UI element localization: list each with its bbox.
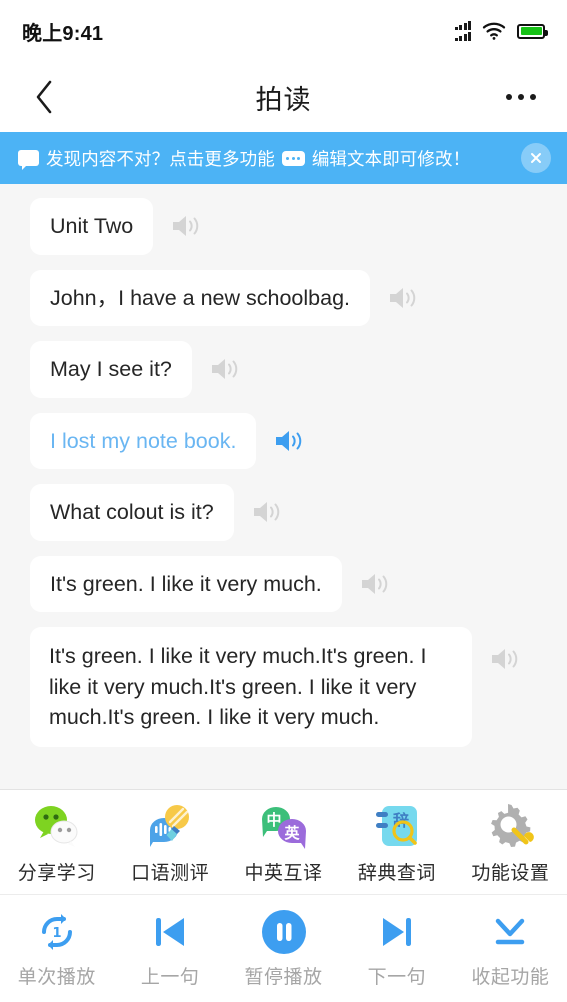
sentence-row[interactable]: John，I have a new schoolbag.: [0, 269, 567, 327]
sentence-text[interactable]: It's green. I like it very much.: [30, 555, 342, 613]
speaker-icon[interactable]: [250, 498, 284, 526]
tool-label: 口语测评: [131, 862, 210, 884]
speaker-icon[interactable]: [208, 355, 242, 383]
sentence-text[interactable]: What colout is it?: [30, 484, 234, 541]
sentence-row[interactable]: May I see it?: [0, 341, 567, 398]
more-horizontal-icon: [506, 94, 512, 100]
sentence-row[interactable]: It's green. I like it very much.: [0, 555, 567, 613]
pause-circle-icon: [261, 909, 307, 955]
tip-text-part2: 编辑文本即可修改！: [311, 148, 471, 169]
playback-collapse[interactable]: 收起功能: [454, 909, 567, 989]
sentence-text[interactable]: It's green. I like it very much.It's gre…: [30, 627, 472, 747]
playback-pause[interactable]: 暂停播放: [227, 909, 340, 989]
navigation-bar: 拍读: [0, 62, 567, 132]
sentence-text[interactable]: May I see it?: [30, 341, 192, 398]
previous-track-icon: [149, 909, 191, 955]
settings-gear-icon: [484, 800, 536, 852]
sentence-row[interactable]: What colout is it?: [0, 484, 567, 541]
svg-text:英: 英: [284, 824, 300, 842]
tip-banner: 发现内容不对？点击更多功能 编辑文本即可修改！: [0, 132, 567, 184]
next-track-icon: [376, 909, 418, 955]
speaker-icon[interactable]: [386, 284, 420, 312]
tool-label: 辞典查词: [357, 862, 436, 884]
sentence-text[interactable]: I lost my note book.: [30, 412, 257, 470]
tool-settings[interactable]: 功能设置: [454, 800, 567, 885]
close-tip-button[interactable]: [521, 143, 551, 173]
playback-label: 收起功能: [471, 966, 550, 988]
wechat-share-icon: [31, 800, 83, 852]
repeat-one-icon: 1: [36, 909, 78, 955]
playback-label: 下一句: [367, 966, 427, 988]
app-screen: 晚上9:41 拍读 发现内容不对？点击更多功能 编辑文本即可修改！ Unit T…: [0, 0, 567, 1002]
speaker-icon[interactable]: [169, 212, 203, 240]
tool-label: 中英互译: [244, 862, 323, 884]
speaker-icon[interactable]: [488, 645, 522, 673]
sentence-row[interactable]: It's green. I like it very much.It's gre…: [0, 627, 567, 747]
signal-icon: [454, 21, 471, 41]
playback-repeat-mode[interactable]: 1 单次播放: [0, 909, 113, 989]
tools-bar: 分享学习 口语测评 中 英 中英互译 辞 辞典查词 功能设置: [0, 789, 567, 894]
chevron-left-icon: [36, 80, 52, 114]
page-title: 拍读: [255, 84, 312, 115]
tip-text-part1: 发现内容不对？点击更多功能: [46, 148, 275, 169]
tool-label: 分享学习: [17, 862, 96, 884]
sentence-row-active[interactable]: I lost my note book.: [0, 412, 567, 470]
status-bar: 晚上9:41: [0, 0, 567, 62]
close-icon: [531, 153, 541, 163]
wifi-icon: [482, 22, 506, 40]
playback-previous[interactable]: 上一句: [113, 909, 226, 989]
tool-label: 功能设置: [471, 862, 550, 884]
playback-bar: 1 单次播放 上一句 暂停播放 下一句 收起功能: [0, 894, 567, 1002]
sentence-text[interactable]: John，I have a new schoolbag.: [30, 269, 371, 327]
playback-label: 上一句: [140, 966, 200, 988]
sentence-list[interactable]: Unit Two John，I have a new schoolbag. Ma…: [0, 184, 567, 789]
tool-share-study[interactable]: 分享学习: [0, 800, 113, 885]
tool-oral-evaluation[interactable]: 口语测评: [113, 800, 226, 885]
collapse-down-icon: [489, 909, 531, 955]
more-dots-icon: [281, 150, 305, 166]
back-button[interactable]: [24, 77, 64, 117]
microphone-evaluation-icon: [144, 800, 196, 852]
sentence-row[interactable]: Unit Two: [0, 198, 567, 255]
tip-banner-text: 发现内容不对？点击更多功能 编辑文本即可修改！: [18, 146, 513, 171]
playback-label: 单次播放: [17, 966, 96, 988]
sentence-text[interactable]: Unit Two: [30, 198, 154, 255]
playback-label: 暂停播放: [244, 966, 323, 988]
playback-next[interactable]: 下一句: [340, 909, 453, 989]
speaker-icon-active[interactable]: [272, 427, 306, 455]
status-icons: [454, 21, 548, 41]
speaker-icon[interactable]: [358, 570, 392, 598]
tool-translate[interactable]: 中 英 中英互译: [227, 800, 340, 885]
tool-dictionary[interactable]: 辞 辞典查词: [340, 800, 453, 885]
svg-text:1: 1: [52, 926, 61, 941]
battery-icon: [517, 23, 548, 39]
status-time: 晚上9:41: [22, 22, 104, 45]
dictionary-search-icon: 辞: [371, 800, 423, 852]
speech-bubble-icon: [18, 150, 39, 170]
translate-cn-en-icon: 中 英: [258, 800, 310, 852]
more-options-button[interactable]: [499, 77, 543, 117]
